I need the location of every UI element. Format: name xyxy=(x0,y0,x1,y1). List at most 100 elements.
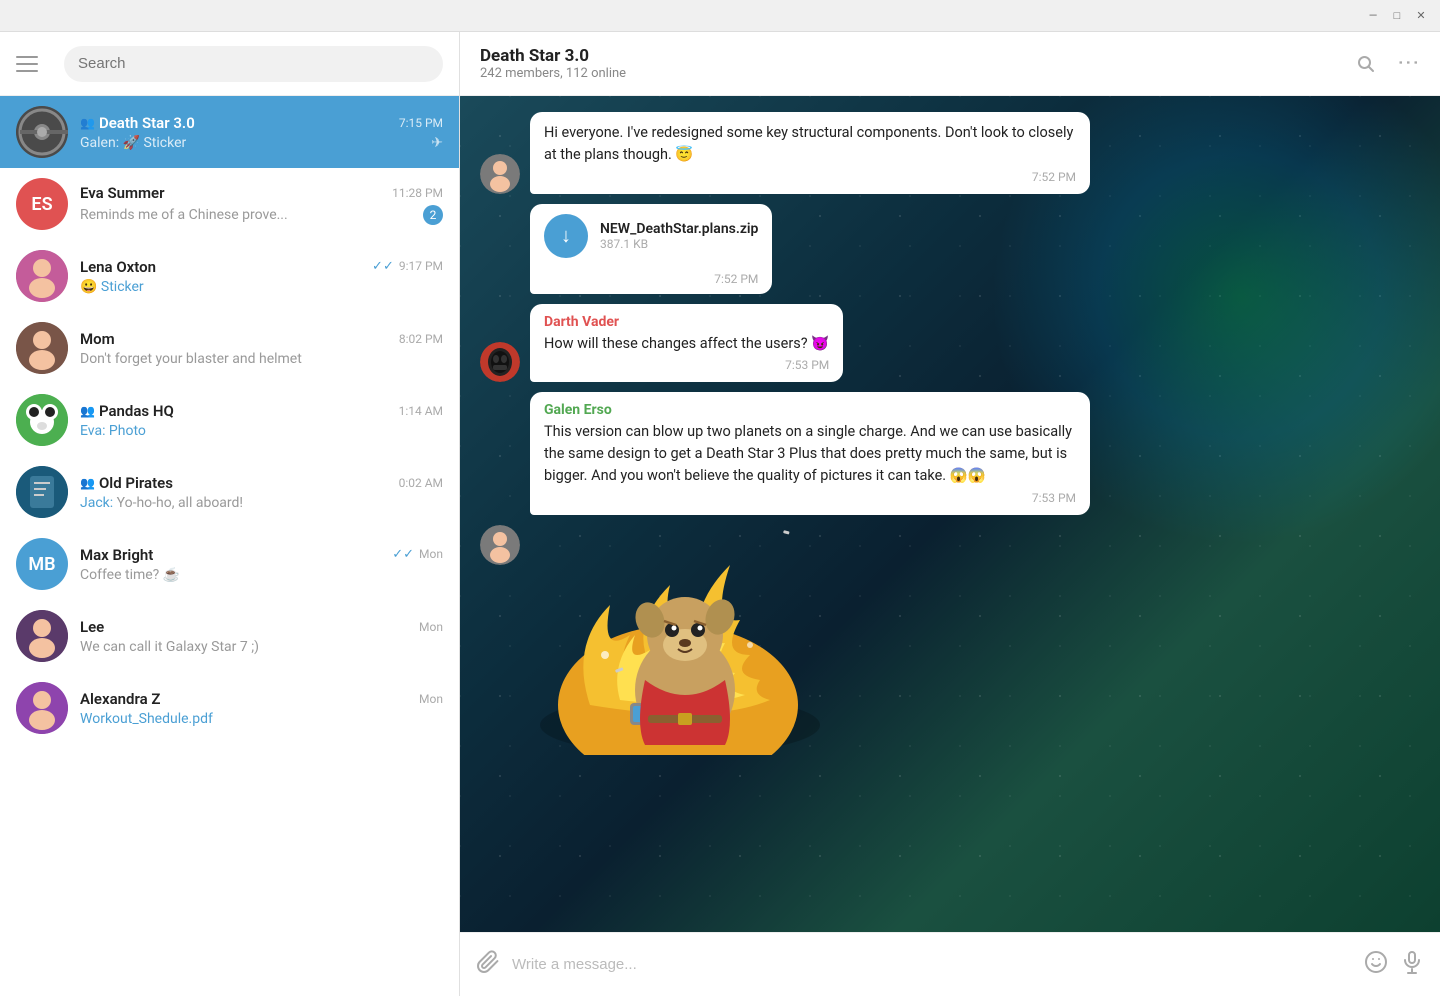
chat-item-mom[interactable]: Mom 8:02 PM Don't forget your blaster an… xyxy=(0,312,459,384)
chat-list: 👥 Death Star 3.0 7:15 PM Galen: 🚀 Sticke… xyxy=(0,96,459,996)
message-time-1: 7:52 PM xyxy=(544,170,1076,184)
message-row-3: Darth Vader How will these changes affec… xyxy=(480,304,1420,383)
message-bubble-2[interactable]: ↓ NEW_DeathStar.plans.zip 387.1 KB 7:52 … xyxy=(530,204,772,294)
message-bubble-1: Hi everyone. I've redesigned some key st… xyxy=(530,112,1090,194)
chat-time-eva-summer: 11:28 PM xyxy=(392,186,443,200)
chat-name-death-star: 👥 Death Star 3.0 xyxy=(80,114,195,132)
message-time-3: 7:53 PM xyxy=(544,358,829,372)
chat-preview-pandas-hq: Eva: Photo xyxy=(80,423,146,439)
chat-preview-max-bright: Coffee time? ☕ xyxy=(80,567,180,583)
avatar-pandas-hq xyxy=(16,394,68,446)
chat-info-mom: Mom 8:02 PM Don't forget your blaster an… xyxy=(80,330,443,367)
chat-time-pandas-hq: 1:14 AM xyxy=(399,404,443,418)
chat-item-lee[interactable]: Lee Mon We can call it Galaxy Star 7 ;) xyxy=(0,600,459,672)
chat-header-actions: ⋮ xyxy=(1356,51,1420,76)
message-input-bar xyxy=(460,932,1440,996)
message-row-5 xyxy=(480,525,1420,759)
search-box[interactable] xyxy=(64,46,443,82)
chat-preview-lee: We can call it Galaxy Star 7 ;) xyxy=(80,639,259,655)
file-info: NEW_DeathStar.plans.zip 387.1 KB xyxy=(600,221,758,251)
chat-info-eva-summer: Eva Summer 11:28 PM Reminds me of a Chin… xyxy=(80,184,443,225)
msg-avatar-5 xyxy=(480,525,520,565)
chat-name-old-pirates: 👥 Old Pirates xyxy=(80,474,173,492)
chat-info-alexandra-z: Alexandra Z Mon Workout_Shedule.pdf xyxy=(80,690,443,727)
chat-info-pandas-hq: 👥 Pandas HQ 1:14 AM Eva: Photo xyxy=(80,402,443,439)
message-row-4: Galen Erso This version can blow up two … xyxy=(480,392,1420,514)
chat-header-info: Death Star 3.0 242 members, 112 online xyxy=(480,46,626,81)
message-time-4: 7:53 PM xyxy=(544,491,1076,505)
chat-preview-row: Galen: 🚀 Sticker ✈ xyxy=(80,135,443,151)
message-input[interactable] xyxy=(512,956,1352,973)
message-sender-4: Galen Erso xyxy=(544,402,1076,418)
chat-time-death-star: 7:15 PM xyxy=(399,116,443,130)
message-text-3: How will these changes affect the users?… xyxy=(544,333,829,355)
messages-inner: Hi everyone. I've redesigned some key st… xyxy=(480,112,1420,759)
group-icon-pirates: 👥 xyxy=(80,476,95,490)
chat-preview-old-pirates: Jack: Yo-ho-ho, all aboard! xyxy=(80,495,243,511)
avatar-mom xyxy=(16,322,68,374)
emoji-button[interactable] xyxy=(1364,950,1388,980)
chat-time-old-pirates: 0:02 AM xyxy=(399,476,443,490)
window-chrome: — □ ✕ xyxy=(0,0,1440,32)
group-icon-pandas: 👥 xyxy=(80,404,95,418)
chat-item-old-pirates[interactable]: 👥 Old Pirates 0:02 AM Jack: Yo-ho-ho, al… xyxy=(0,456,459,528)
file-size: 387.1 KB xyxy=(600,237,758,251)
search-chat-button[interactable] xyxy=(1356,54,1376,74)
sticker-bubble xyxy=(530,525,830,759)
chat-header: Death Star 3.0 242 members, 112 online ⋮ xyxy=(460,32,1440,96)
chat-item-alexandra-z[interactable]: Alexandra Z Mon Workout_Shedule.pdf xyxy=(0,672,459,744)
chat-info-max-bright: Max Bright ✓✓ Mon Coffee time? ☕ xyxy=(80,546,443,583)
minimize-button[interactable]: — xyxy=(1366,9,1380,23)
dog-sticker xyxy=(530,525,830,755)
chat-item-death-star[interactable]: 👥 Death Star 3.0 7:15 PM Galen: 🚀 Sticke… xyxy=(0,96,459,168)
message-time-2: 7:52 PM xyxy=(530,272,772,294)
chat-main: Death Star 3.0 242 members, 112 online ⋮ xyxy=(460,32,1440,996)
chat-info-old-pirates: 👥 Old Pirates 0:02 AM Jack: Yo-ho-ho, al… xyxy=(80,474,443,511)
double-check-lena: ✓✓ xyxy=(372,259,394,274)
message-sender-3: Darth Vader xyxy=(544,314,829,330)
chat-info-death-star: 👥 Death Star 3.0 7:15 PM Galen: 🚀 Sticke… xyxy=(80,114,443,151)
search-input[interactable] xyxy=(78,55,429,72)
avatar-death-star xyxy=(16,106,68,158)
chat-preview-eva-summer: Reminds me of a Chinese prove... xyxy=(80,207,288,223)
chat-item-eva-summer[interactable]: ES Eva Summer 11:28 PM Reminds me of a C… xyxy=(0,168,459,240)
mic-button[interactable] xyxy=(1400,950,1424,980)
chat-header-name: Death Star 3.0 xyxy=(480,46,626,66)
chat-item-lena-oxton[interactable]: Lena Oxton ✓✓ 9:17 PM 😀 Sticker xyxy=(0,240,459,312)
send-arrow-icon: ✈ xyxy=(431,135,443,151)
file-bubble[interactable]: ↓ NEW_DeathStar.plans.zip 387.1 KB xyxy=(530,204,772,268)
chat-name-pandas-hq: 👥 Pandas HQ xyxy=(80,402,174,420)
chat-time-lena-oxton: ✓✓ 9:17 PM xyxy=(372,259,443,274)
messages-area[interactable]: Hi everyone. I've redesigned some key st… xyxy=(460,96,1440,932)
chat-name-mom: Mom xyxy=(80,330,115,348)
avatar-old-pirates xyxy=(16,466,68,518)
chat-name-lena-oxton: Lena Oxton xyxy=(80,258,156,276)
maximize-button[interactable]: □ xyxy=(1390,9,1404,23)
message-row-2: ↓ NEW_DeathStar.plans.zip 387.1 KB 7:52 … xyxy=(480,204,1420,294)
avatar-lee xyxy=(16,610,68,662)
group-icon-death-star: 👥 xyxy=(80,116,95,130)
hamburger-button[interactable] xyxy=(16,48,48,80)
chat-name-alexandra-z: Alexandra Z xyxy=(80,690,160,708)
sidebar-header xyxy=(0,32,459,96)
attach-button[interactable] xyxy=(476,950,500,980)
sidebar: 👥 Death Star 3.0 7:15 PM Galen: 🚀 Sticke… xyxy=(0,32,460,996)
chat-time-alexandra-z: Mon xyxy=(419,692,443,706)
chat-preview-mom: Don't forget your blaster and helmet xyxy=(80,351,302,367)
chat-info-lena-oxton: Lena Oxton ✓✓ 9:17 PM 😀 Sticker xyxy=(80,258,443,295)
chat-item-pandas-hq[interactable]: 👥 Pandas HQ 1:14 AM Eva: Photo xyxy=(0,384,459,456)
avatar-lena-oxton xyxy=(16,250,68,302)
chat-preview-lena-oxton: 😀 Sticker xyxy=(80,279,144,295)
chat-name-lee: Lee xyxy=(80,618,104,636)
more-options-button[interactable]: ⋮ xyxy=(1396,52,1421,76)
avatar-alexandra-z xyxy=(16,682,68,734)
msg-avatar-3 xyxy=(480,342,520,382)
avatar-eva-summer: ES xyxy=(16,178,68,230)
badge-eva-summer: 2 xyxy=(423,205,443,225)
chat-time-mom: 8:02 PM xyxy=(399,332,443,346)
chat-item-max-bright[interactable]: MB Max Bright ✓✓ Mon Coffee time? ☕ xyxy=(0,528,459,600)
file-download-icon[interactable]: ↓ xyxy=(544,214,588,258)
chat-info-lee: Lee Mon We can call it Galaxy Star 7 ;) xyxy=(80,618,443,655)
close-button[interactable]: ✕ xyxy=(1414,9,1428,23)
chat-name-max-bright: Max Bright xyxy=(80,546,153,564)
